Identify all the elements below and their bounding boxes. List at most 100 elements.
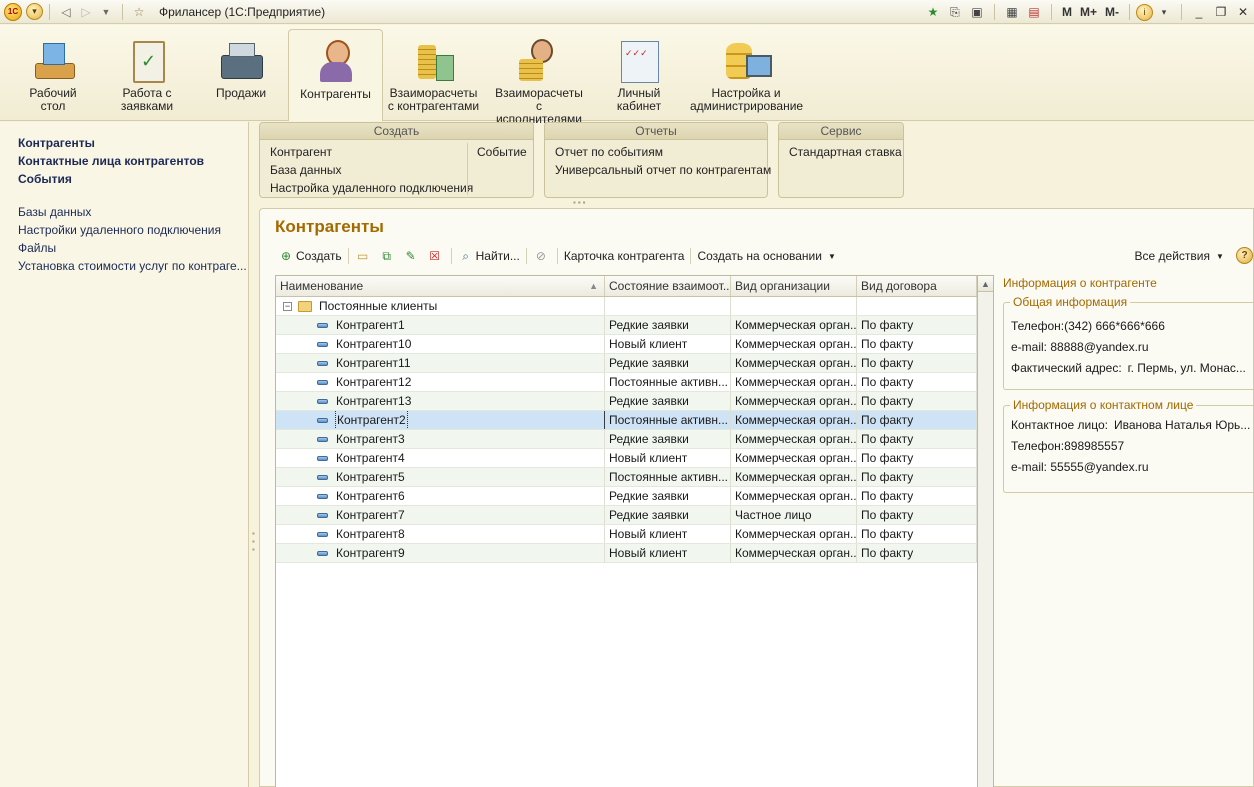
column-header-name[interactable]: Наименование ▲ bbox=[276, 276, 605, 296]
close-icon[interactable]: ✕ bbox=[1232, 5, 1254, 19]
divider bbox=[49, 3, 50, 20]
contact-person: Контактное лицо: Иванова Наталья Юрь... bbox=[1011, 418, 1250, 432]
cell-contract-type: По факту bbox=[857, 487, 977, 505]
table-row[interactable]: Контрагент10 Новый клиент Коммерческая орг… bbox=[276, 335, 977, 354]
divider bbox=[347, 248, 349, 264]
minimize-icon[interactable]: _ bbox=[1188, 5, 1210, 19]
memory-m-button[interactable]: M bbox=[1058, 5, 1076, 19]
section-requests[interactable]: Работа с заявками bbox=[112, 29, 182, 121]
cell-name: Контрагент12 bbox=[336, 375, 412, 389]
table-row[interactable]: Контрагент13 Редкие заявки Коммерческая ор… bbox=[276, 392, 977, 411]
table-row[interactable]: Контрагент6 Редкие заявки Коммерческая орг… bbox=[276, 487, 977, 506]
back-arrow-icon[interactable]: ◁ bbox=[56, 2, 76, 22]
contractor-email: e-mail: 88888@yandex.ru bbox=[1011, 340, 1149, 354]
delete-mark-icon: ☒ bbox=[429, 249, 440, 263]
contractors-table[interactable]: Наименование ▲ Состояние взаимоот... Вид… bbox=[275, 275, 978, 787]
table-row[interactable]: Контрагент9 Новый клиент Коммерческая орга… bbox=[276, 544, 977, 563]
edit-button[interactable]: ✎ bbox=[400, 246, 424, 266]
all-actions-button[interactable]: Все действия ▼ bbox=[1132, 246, 1233, 266]
restore-icon[interactable]: ❐ bbox=[1210, 5, 1232, 19]
table-row[interactable]: Контрагент7 Редкие заявки Частное лицо По ф… bbox=[276, 506, 977, 525]
cell-name: Контрагент8 bbox=[336, 527, 405, 541]
nav-item-remote-settings[interactable]: Настройки удаленного подключения bbox=[0, 221, 248, 239]
item-icon bbox=[317, 417, 328, 423]
section-desktop[interactable]: Рабочий стол bbox=[22, 29, 84, 121]
copy-button[interactable]: ⧉ bbox=[376, 246, 400, 266]
create-remote-settings-link[interactable]: Настройка удаленного подключения bbox=[270, 181, 473, 195]
app-logo-icon[interactable]: 1С bbox=[4, 2, 22, 21]
universal-report-link[interactable]: Универсальный отчет по контрагентам bbox=[555, 163, 771, 177]
main-menu-icon[interactable]: ▾ bbox=[26, 3, 43, 20]
cancel-search-button[interactable]: ⊘ bbox=[530, 246, 554, 266]
table-scrollbar[interactable]: ▲ bbox=[978, 275, 994, 787]
column-header-contract-type[interactable]: Вид договора bbox=[857, 276, 977, 296]
find-button[interactable]: ⌕ Найти... bbox=[455, 246, 523, 266]
memory-plus-button[interactable]: M+ bbox=[1076, 5, 1101, 19]
action-panel-splitter[interactable]: ▪▪▪ bbox=[573, 198, 588, 207]
column-header-state[interactable]: Состояние взаимоот... bbox=[605, 276, 731, 296]
section-administration[interactable]: Настройка и администрирование bbox=[690, 29, 803, 121]
item-icon bbox=[317, 512, 328, 518]
section-label: заявками bbox=[120, 99, 174, 113]
section-sales[interactable]: Продажи bbox=[208, 29, 274, 121]
table-row[interactable]: Контрагент2 Постоянные активн... Коммерчес… bbox=[276, 411, 977, 430]
create-based-on-button[interactable]: Создать на основании ▼ bbox=[694, 246, 845, 266]
nav-item-contact-persons[interactable]: Контактные лица контрагентов bbox=[0, 152, 248, 170]
section-contractors[interactable]: Контрагенты bbox=[288, 29, 383, 121]
table-row[interactable]: Контрагент1 Редкие заявки Коммерческая орг… bbox=[276, 316, 977, 335]
item-icon bbox=[317, 398, 328, 404]
section-label: стол bbox=[40, 99, 66, 113]
create-event-link[interactable]: Событие bbox=[477, 145, 527, 159]
help-icon[interactable]: ? bbox=[1236, 247, 1253, 264]
contractor-card-button[interactable]: Карточка контрагента bbox=[561, 246, 688, 266]
address-label: Фактический адрес: bbox=[1011, 361, 1122, 375]
cell-org-type: Коммерческая орган... bbox=[731, 449, 857, 467]
section-cabinet[interactable]: Личный кабинет bbox=[608, 29, 670, 121]
table-row[interactable]: Контрагент11 Редкие заявки Коммерческая ор… bbox=[276, 354, 977, 373]
history-dropdown-icon[interactable]: ▼ bbox=[96, 2, 116, 22]
table-row[interactable]: Контрагент12 Постоянные активн... Коммерче… bbox=[276, 373, 977, 392]
scroll-up-icon[interactable]: ▲ bbox=[978, 276, 993, 292]
person-icon bbox=[312, 38, 360, 86]
calculator-icon[interactable]: ▦ bbox=[1001, 2, 1023, 22]
info-dropdown-icon[interactable]: ▾ bbox=[1153, 2, 1175, 22]
nav-item-databases[interactable]: Базы данных bbox=[0, 203, 248, 221]
column-header-org-type[interactable]: Вид организации bbox=[731, 276, 857, 296]
cell-org-type: Коммерческая орган... bbox=[731, 316, 857, 334]
general-info-group: Общая информация Телефон:(342) 666*666*6… bbox=[1003, 295, 1254, 390]
panel-splitter[interactable]: ▪ ▪ ▪ bbox=[252, 530, 257, 554]
cell-contract-type: По факту bbox=[857, 506, 977, 524]
delete-button[interactable]: ☒ bbox=[424, 246, 448, 266]
create-contractor-link[interactable]: Контрагент bbox=[270, 145, 332, 159]
nav-item-events[interactable]: События bbox=[0, 170, 248, 188]
create-button[interactable]: ⊕ Создать bbox=[275, 246, 345, 266]
calendar-icon[interactable]: ▤ bbox=[1023, 2, 1045, 22]
link-icon[interactable]: ⎘ bbox=[944, 2, 966, 22]
section-settlements-executors[interactable]: Взаиморасчеты с исполнителями bbox=[492, 29, 586, 126]
table-row[interactable]: Контрагент4 Новый клиент Коммерческая орга… bbox=[276, 449, 977, 468]
table-row[interactable]: Контрагент3 Редкие заявки Коммерческая орг… bbox=[276, 430, 977, 449]
copy-icon[interactable]: ▣ bbox=[966, 2, 988, 22]
group-row[interactable]: − Постоянные клиенты bbox=[276, 297, 977, 316]
standard-rate-link[interactable]: Стандартная ставка bbox=[789, 145, 902, 159]
events-report-link[interactable]: Отчет по событиям bbox=[555, 145, 663, 159]
contact-email: e-mail: 55555@yandex.ru bbox=[1011, 460, 1149, 474]
create-group-button[interactable]: ▭ bbox=[352, 246, 376, 266]
nav-item-contractors[interactable]: Контрагенты bbox=[0, 134, 248, 152]
item-icon bbox=[317, 360, 328, 366]
table-row[interactable]: Контрагент5 Постоянные активн... Коммерчес… bbox=[276, 468, 977, 487]
nav-item-service-pricing[interactable]: Установка стоимости услуг по контраге... bbox=[0, 257, 248, 275]
cell-org-type: Коммерческая орган... bbox=[731, 525, 857, 543]
create-database-link[interactable]: База данных bbox=[270, 163, 341, 177]
table-row[interactable]: Контрагент8 Новый клиент Коммерческая орга… bbox=[276, 525, 977, 544]
favorites-star-icon[interactable]: ☆ bbox=[129, 2, 149, 22]
forward-arrow-icon[interactable]: ▷ bbox=[76, 2, 96, 22]
info-icon[interactable]: i bbox=[1136, 3, 1153, 21]
nav-item-files[interactable]: Файлы bbox=[0, 239, 248, 257]
contractor-info-title: Информация о контрагенте bbox=[1003, 276, 1157, 290]
section-settlements-contractors[interactable]: Взаиморасчеты с контрагентами bbox=[387, 29, 480, 121]
collapse-icon[interactable]: − bbox=[283, 301, 292, 311]
add-favorite-icon[interactable]: ★ bbox=[922, 2, 944, 22]
title-bar: 1С ▾ ◁ ▷ ▼ ☆ Фрилансер (1С:Предприятие) … bbox=[0, 0, 1254, 24]
memory-minus-button[interactable]: M- bbox=[1101, 5, 1123, 19]
